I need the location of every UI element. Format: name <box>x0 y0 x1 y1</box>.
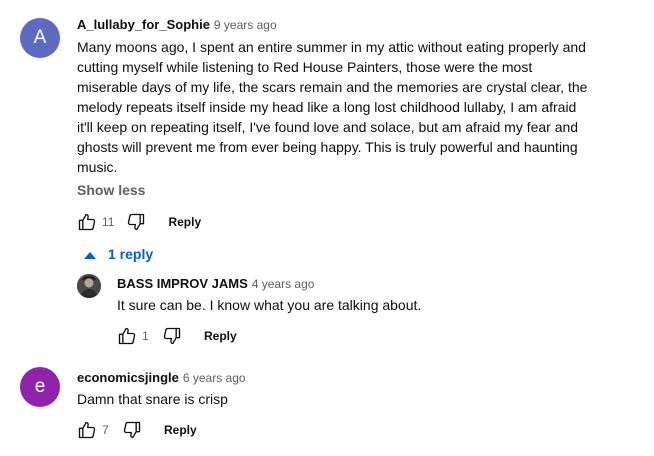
reply-time[interactable]: 4 years ago <box>252 277 315 291</box>
thumb-down-icon[interactable] <box>120 418 144 442</box>
avatar-letter: A <box>33 27 47 48</box>
comment-author[interactable]: economicsjingle <box>77 370 179 385</box>
comment-text-line: music. <box>77 159 118 175</box>
show-less-button[interactable]: Show less <box>77 182 145 198</box>
comment-text: Many moons ago, I spent an entire summer… <box>77 37 637 177</box>
avatar[interactable]: A <box>20 18 60 58</box>
reply-actions: 1 Reply <box>115 324 237 348</box>
reply-header: BASS IMPROV JAMS 4 years ago <box>117 275 314 293</box>
comment-actions: 11 Reply <box>75 210 201 234</box>
thumb-down-icon[interactable] <box>160 324 184 348</box>
avatar-letter: e <box>34 376 46 397</box>
comment-text-line: it'll keep on repeating itself, I've fou… <box>77 119 579 135</box>
comment-time[interactable]: 6 years ago <box>183 371 246 385</box>
thumb-up-icon[interactable] <box>75 210 99 234</box>
avatar-photo <box>77 274 101 298</box>
reply-text: It sure can be. I know what you are talk… <box>117 297 422 313</box>
like-count: 1 <box>142 329 149 343</box>
replies-toggle-label: 1 reply <box>108 246 154 262</box>
avatar[interactable] <box>77 274 101 298</box>
comment-header: A_lullaby_for_Sophie 9 years ago <box>77 16 277 34</box>
thumb-up-icon[interactable] <box>115 324 139 348</box>
reply-button[interactable]: Reply <box>164 423 197 437</box>
like-count: 11 <box>102 215 115 229</box>
reply-button[interactable]: Reply <box>168 215 201 229</box>
thumb-down-icon[interactable] <box>124 210 148 234</box>
replies-toggle[interactable]: 1 reply <box>84 246 153 262</box>
thumb-up-icon[interactable] <box>75 418 99 442</box>
reply-button[interactable]: Reply <box>204 329 237 343</box>
triangle-up-icon <box>84 246 96 262</box>
comment-text-line: Many moons ago, I spent an entire summer… <box>77 39 586 55</box>
comment-author[interactable]: A_lullaby_for_Sophie <box>77 17 210 32</box>
comment-text-line: melody repeats itself inside my head lik… <box>77 99 577 115</box>
comment-text-line: cutting myself while listening to Red Ho… <box>77 59 533 75</box>
like-count: 7 <box>102 423 109 437</box>
comments-section: A A_lullaby_for_Sophie 9 years ago Many m… <box>0 0 654 456</box>
reply-author[interactable]: BASS IMPROV JAMS <box>117 276 248 291</box>
comment-text: Damn that snare is crisp <box>77 391 228 407</box>
comment-time[interactable]: 9 years ago <box>214 18 277 32</box>
comment-actions: 7 Reply <box>75 418 197 442</box>
comment-text-line: ghosts will prevent me from ever being h… <box>77 139 578 155</box>
avatar[interactable]: e <box>20 367 60 407</box>
comment-text-line: miserable days of my life, the scars rem… <box>77 79 588 95</box>
comment-header: economicsjingle 6 years ago <box>77 369 246 387</box>
